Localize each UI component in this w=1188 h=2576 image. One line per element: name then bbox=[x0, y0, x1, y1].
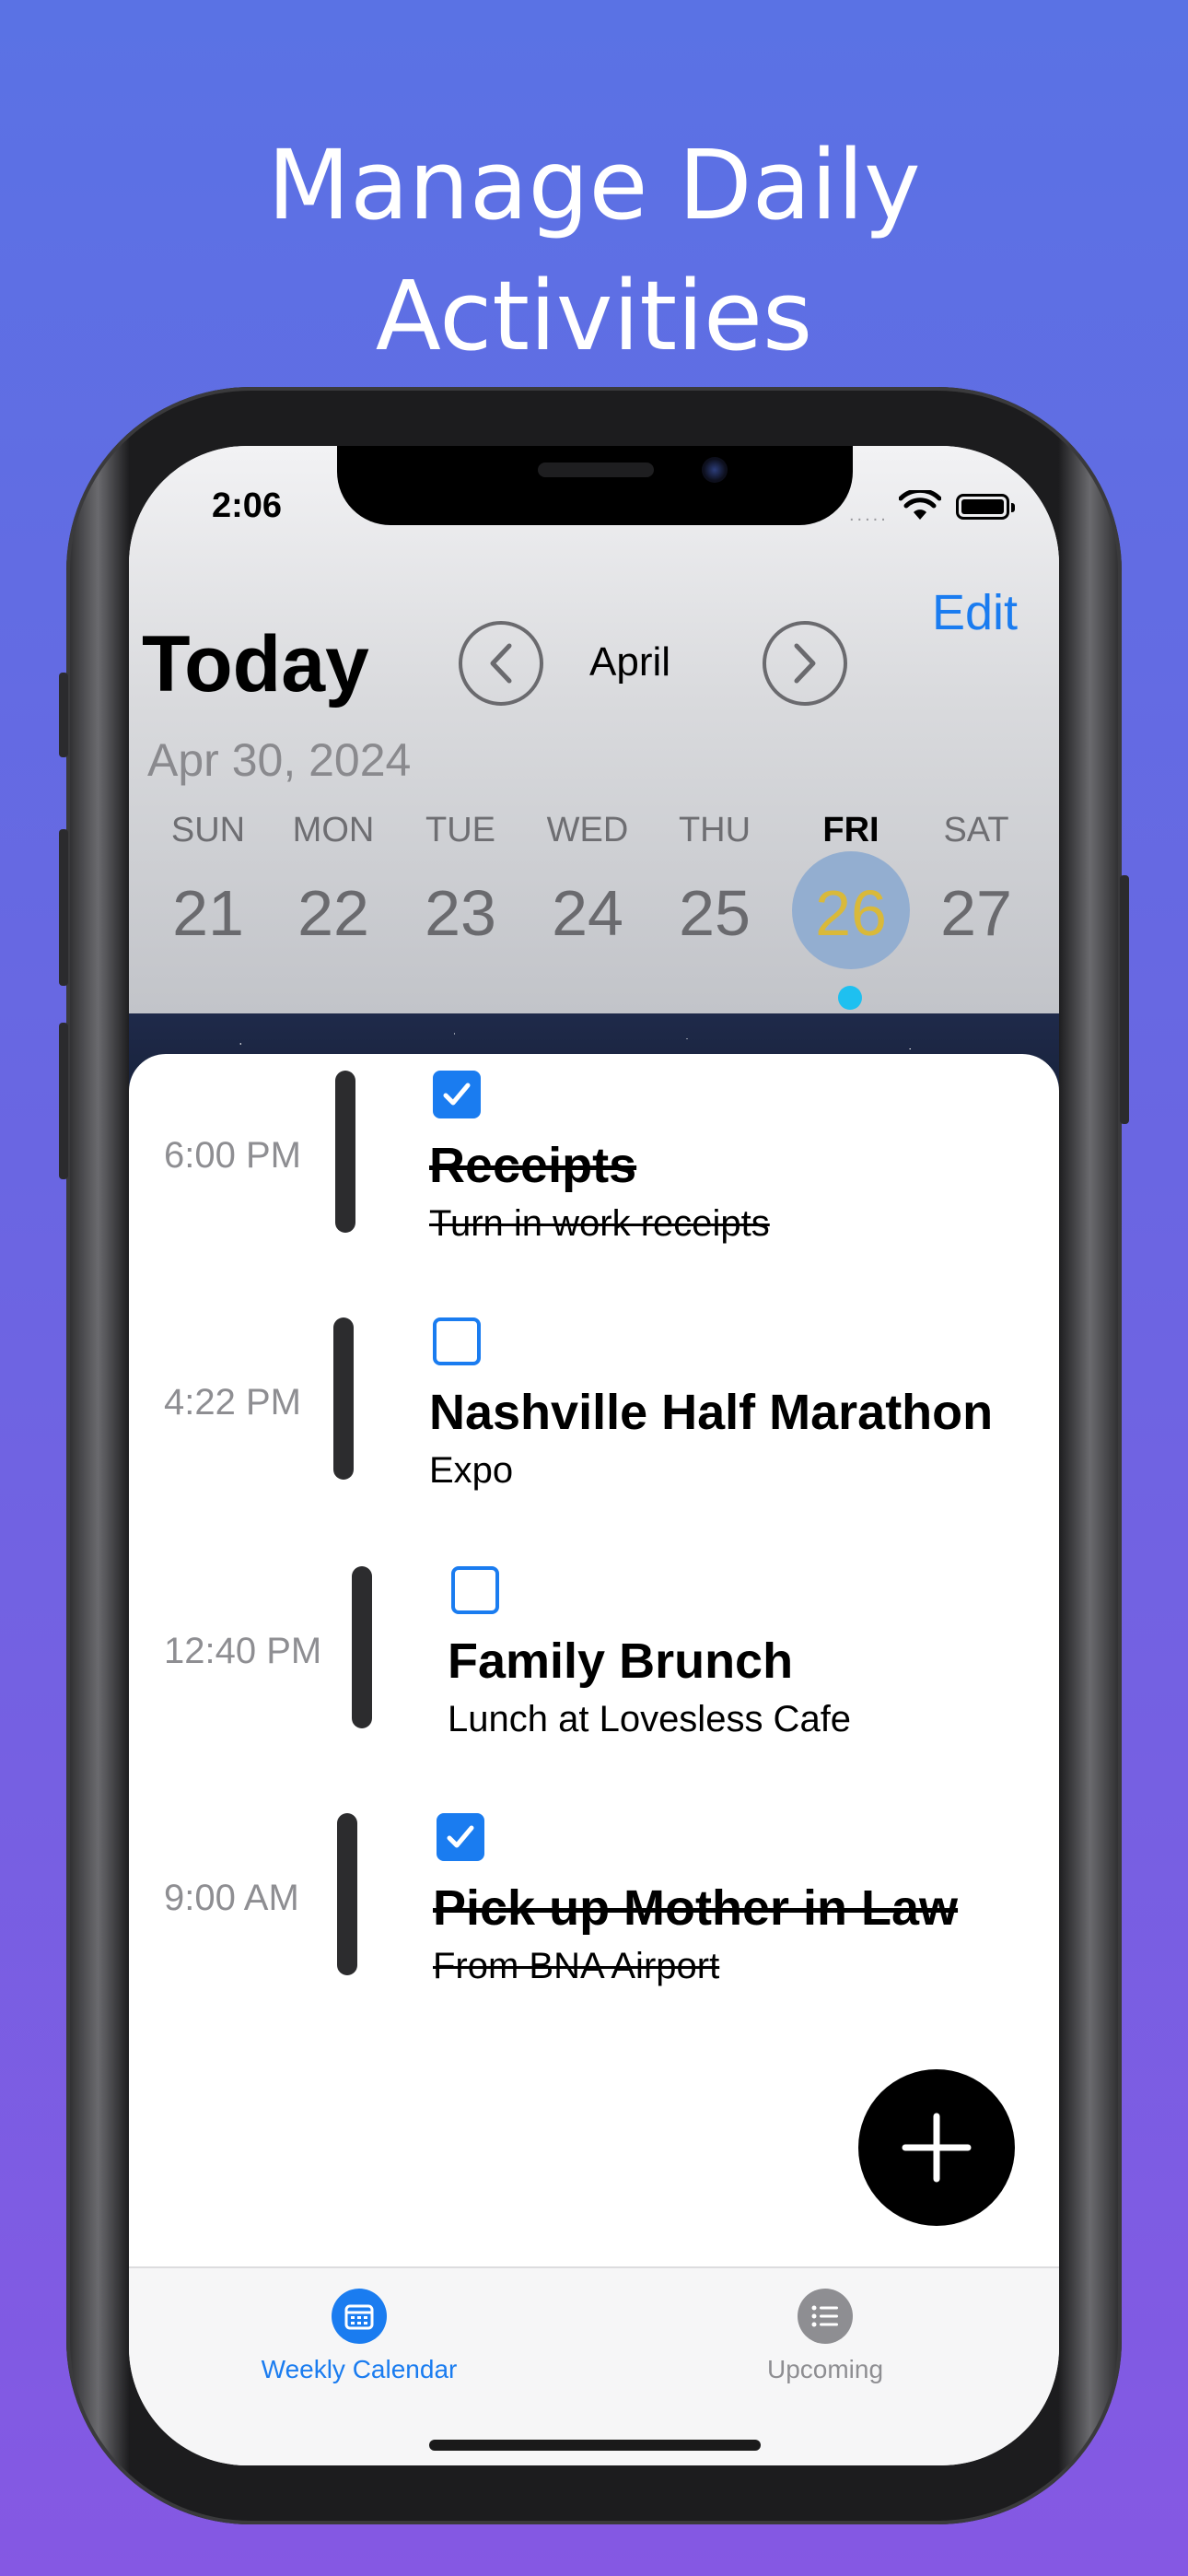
list-item[interactable]: 4:22 PM Nashville Half Marathon Expo bbox=[129, 1317, 1059, 1502]
battery-icon bbox=[956, 494, 1015, 520]
day-name: MON bbox=[292, 811, 375, 849]
status-time: 2:06 bbox=[212, 486, 283, 525]
event-time: 12:40 PM bbox=[164, 1631, 322, 1671]
event-subtitle: Turn in work receipts bbox=[429, 1203, 770, 1244]
chevron-right-icon bbox=[794, 643, 816, 684]
app-screen: 2:06 ..... Edit Today April Apr 30, 2024… bbox=[129, 446, 1059, 2465]
phone-silent-switch bbox=[59, 673, 68, 757]
checkmark-icon bbox=[447, 1825, 474, 1848]
checkmark-icon bbox=[443, 1083, 471, 1106]
wifi-icon bbox=[899, 490, 941, 520]
list-item[interactable]: 9:00 AM Pick up Mother in Law From BNA A… bbox=[129, 1813, 1059, 1997]
event-subtitle: From BNA Airport bbox=[433, 1946, 720, 1986]
tab-weekly-calendar[interactable]: Weekly Calendar bbox=[221, 2289, 497, 2384]
event-time: 6:00 PM bbox=[164, 1135, 301, 1176]
notch bbox=[337, 446, 853, 525]
week-strip: SUN 21 MON 22 TUE 23 WED 24 THU 25 FRI 2… bbox=[129, 807, 1059, 991]
event-title: Family Brunch bbox=[448, 1633, 794, 1689]
event-title: Pick up Mother in Law bbox=[433, 1880, 959, 1936]
event-time: 4:22 PM bbox=[164, 1382, 301, 1423]
day-name: WED bbox=[546, 811, 629, 849]
tab-bar: Weekly Calendar Upcoming bbox=[129, 2266, 1059, 2465]
phone-power-button bbox=[1120, 875, 1129, 1124]
list-item[interactable]: 6:00 PM Receipts Turn in work receipts bbox=[129, 1071, 1059, 1255]
day-wed[interactable]: WED 24 bbox=[525, 807, 650, 954]
day-number: 24 bbox=[552, 877, 623, 949]
month-label: April bbox=[589, 639, 671, 685]
event-indicator-dot bbox=[838, 986, 862, 1010]
day-number: 23 bbox=[425, 877, 496, 949]
event-subtitle: Expo bbox=[429, 1450, 514, 1491]
event-timeline-bar bbox=[333, 1317, 354, 1480]
tab-label: Weekly Calendar bbox=[261, 2355, 458, 2383]
day-name: SUN bbox=[170, 811, 246, 849]
calendar-icon bbox=[332, 2289, 387, 2344]
calendar-header: 2:06 ..... Edit Today April Apr 30, 2024… bbox=[129, 446, 1059, 1013]
add-event-button[interactable] bbox=[858, 2069, 1015, 2226]
event-checkbox[interactable] bbox=[451, 1566, 499, 1614]
day-sun[interactable]: SUN 21 bbox=[146, 807, 271, 954]
tab-upcoming[interactable]: Upcoming bbox=[687, 2289, 963, 2384]
day-name: THU bbox=[678, 811, 751, 849]
headline-line-2: Activities bbox=[375, 260, 813, 372]
day-fri[interactable]: FRI 26 bbox=[788, 807, 914, 954]
list-icon bbox=[798, 2289, 853, 2344]
plus-icon bbox=[902, 2113, 972, 2183]
day-number: 21 bbox=[172, 877, 244, 949]
day-name: FRI bbox=[822, 811, 879, 849]
event-subtitle: Lunch at Lovesless Cafe bbox=[448, 1699, 852, 1739]
day-number: 25 bbox=[679, 877, 751, 949]
front-camera bbox=[702, 457, 728, 483]
headline-line-1: Manage Daily bbox=[267, 129, 921, 241]
event-timeline-bar bbox=[337, 1813, 357, 1975]
next-month-button[interactable] bbox=[763, 621, 847, 706]
chevron-left-icon bbox=[490, 643, 512, 684]
day-sat[interactable]: SAT 27 bbox=[914, 807, 1039, 954]
day-number: 27 bbox=[940, 877, 1012, 949]
speaker bbox=[538, 463, 654, 477]
event-checkbox[interactable] bbox=[433, 1317, 481, 1365]
tab-label: Upcoming bbox=[766, 2355, 884, 2383]
day-name: SAT bbox=[943, 811, 1009, 849]
day-number: 26 bbox=[815, 877, 887, 949]
phone-volume-up bbox=[59, 829, 68, 986]
edit-button[interactable]: Edit bbox=[932, 584, 1018, 641]
prev-month-button[interactable] bbox=[459, 621, 543, 706]
marketing-headline: Manage Daily Activities bbox=[0, 120, 1188, 381]
day-mon[interactable]: MON 22 bbox=[271, 807, 396, 954]
day-tue[interactable]: TUE 23 bbox=[398, 807, 523, 954]
event-title: Nashville Half Marathon bbox=[429, 1385, 994, 1440]
event-timeline-bar bbox=[352, 1566, 372, 1728]
phone-volume-down bbox=[59, 1023, 68, 1179]
signal-dots-icon: ..... bbox=[849, 505, 889, 525]
day-thu[interactable]: THU 25 bbox=[652, 807, 777, 954]
event-title: Receipts bbox=[429, 1138, 637, 1193]
page-title: Today bbox=[142, 620, 369, 708]
event-checkbox[interactable] bbox=[437, 1813, 484, 1861]
day-name: TUE bbox=[425, 811, 495, 849]
current-date: Apr 30, 2024 bbox=[147, 734, 412, 786]
day-number: 22 bbox=[297, 877, 369, 949]
list-item[interactable]: 12:40 PM Family Brunch Lunch at Lovesles… bbox=[129, 1566, 1059, 1751]
event-time: 9:00 AM bbox=[164, 1878, 299, 1918]
home-indicator bbox=[429, 2440, 761, 2451]
event-timeline-bar bbox=[335, 1071, 355, 1233]
event-checkbox[interactable] bbox=[433, 1071, 481, 1118]
